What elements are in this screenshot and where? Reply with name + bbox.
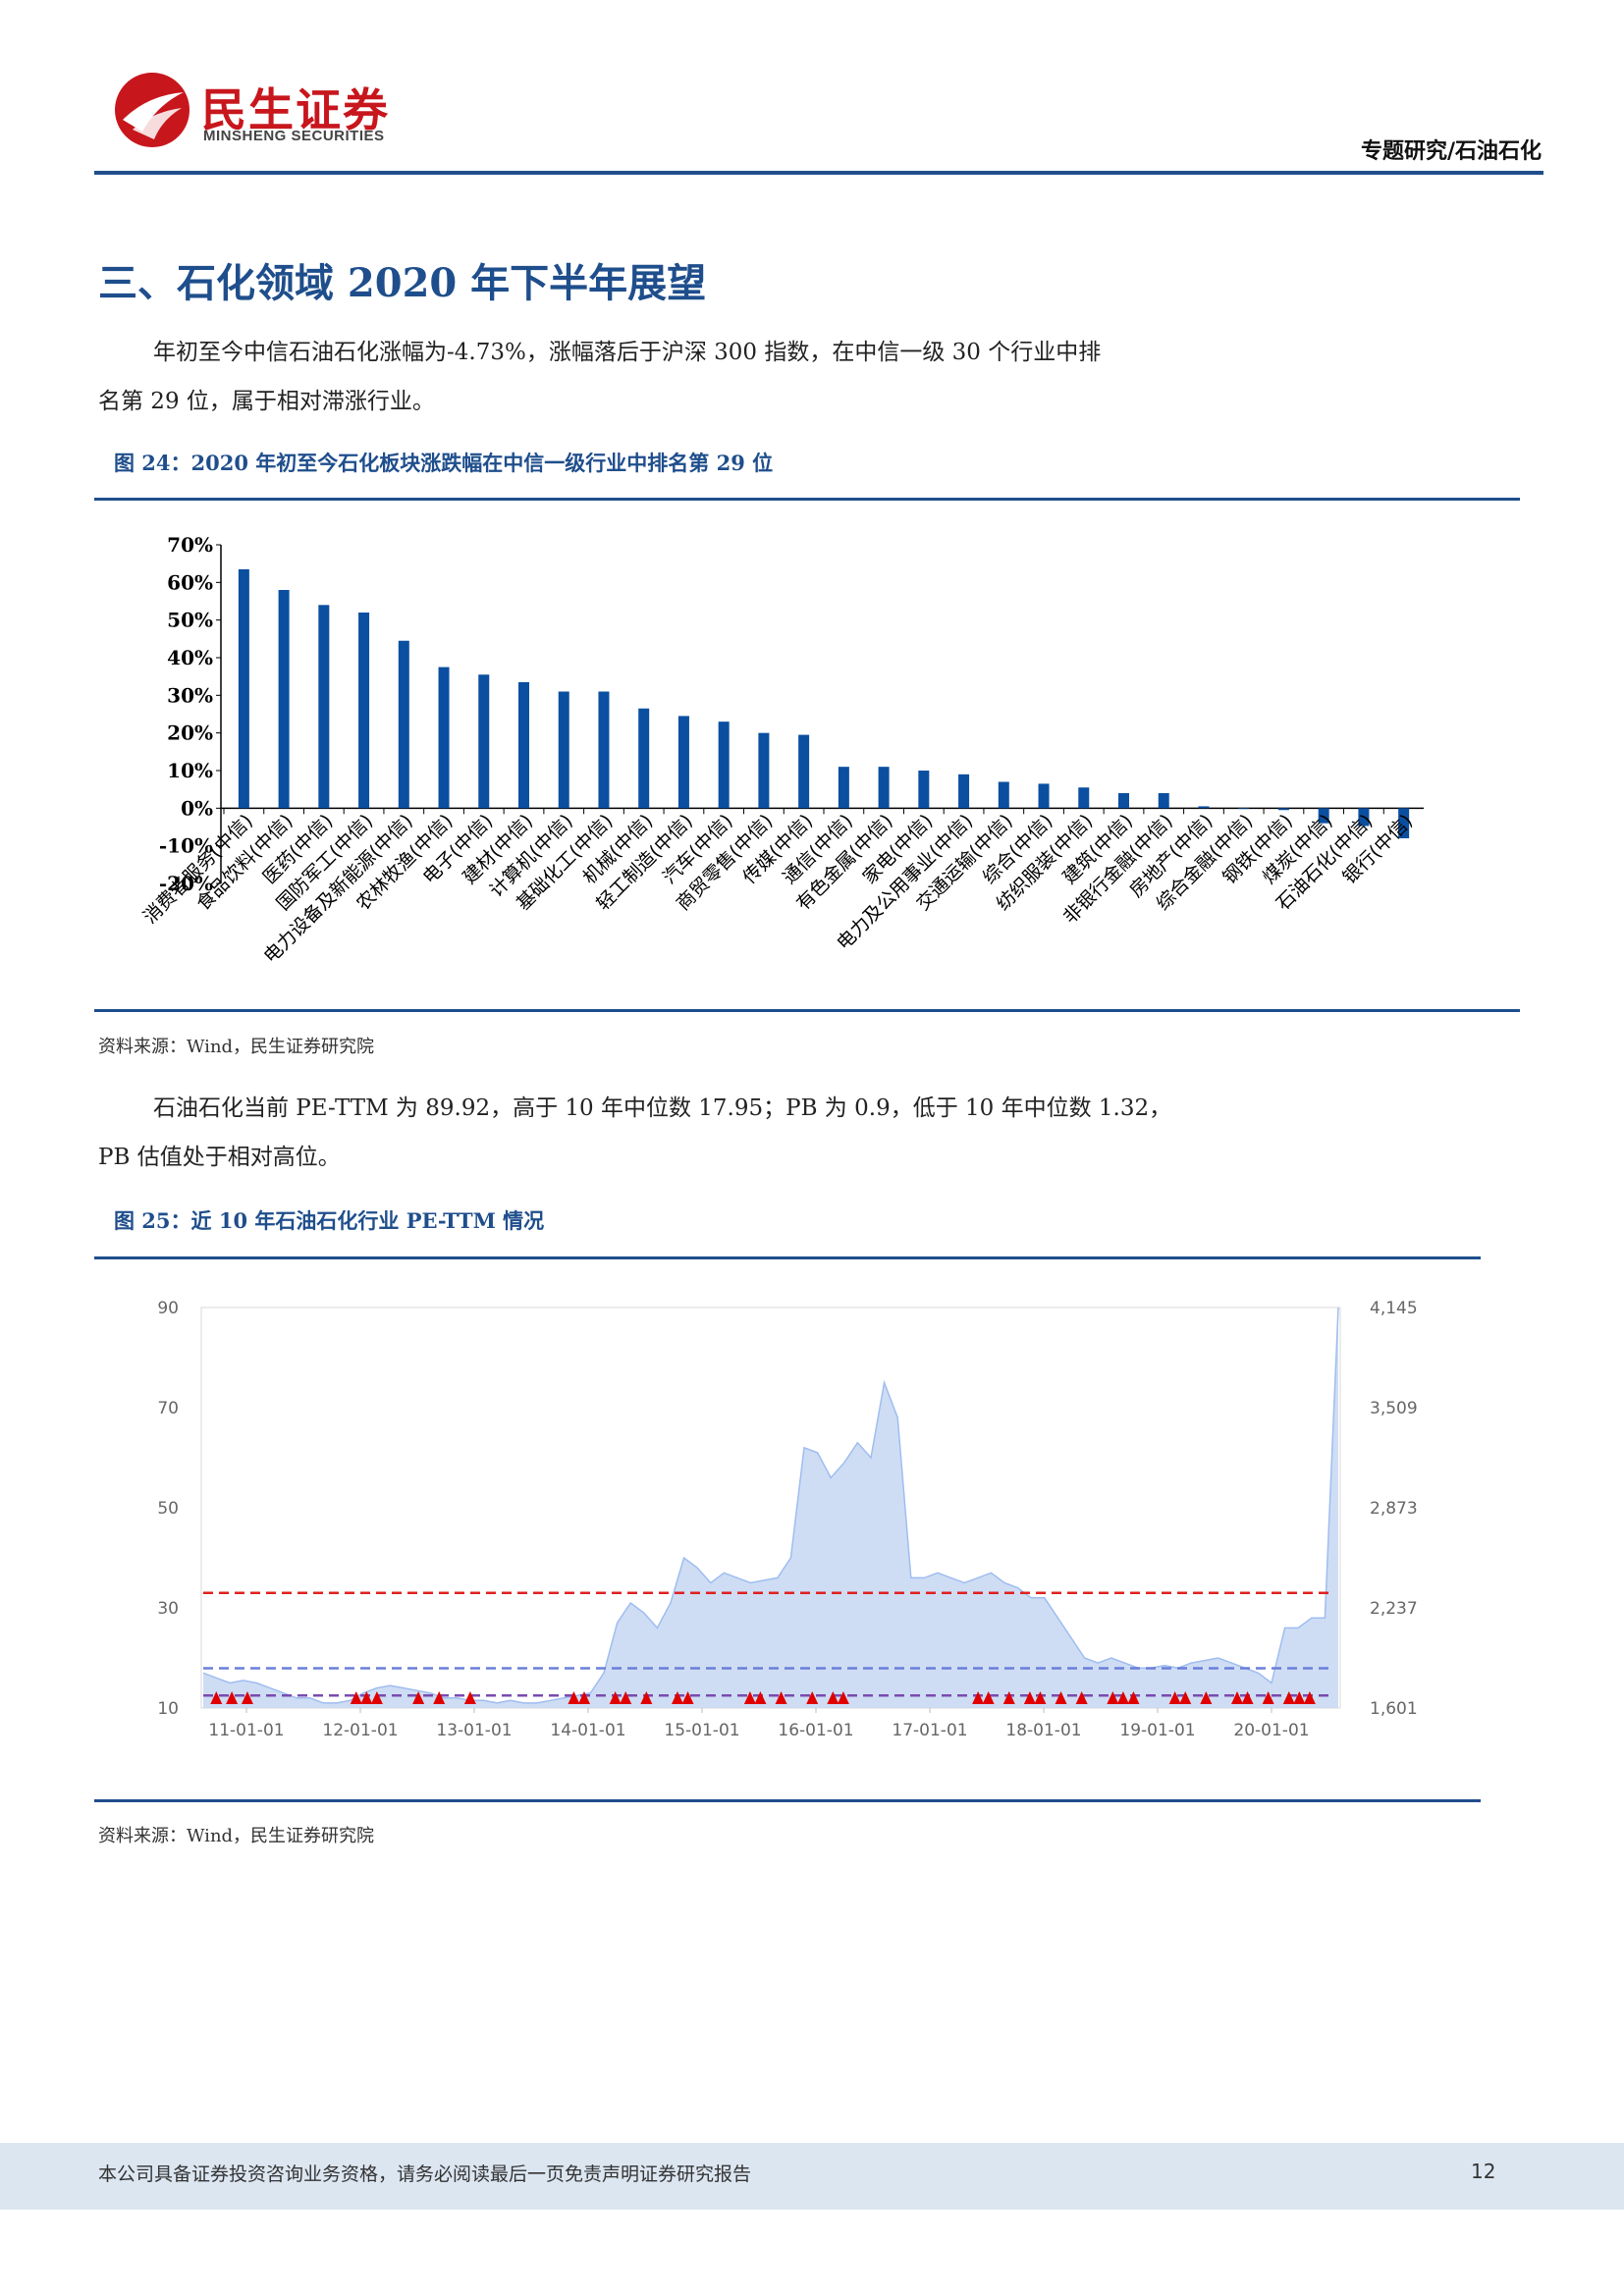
- bar: [918, 771, 930, 809]
- paragraph-2-line-1: 石油石化当前 PE-TTM 为 89.92，高于 10 年中位数 17.95；P…: [153, 1095, 1172, 1121]
- bar: [398, 640, 409, 809]
- header-divider: [94, 171, 1543, 175]
- x-tick-label: 17-01-01: [892, 1721, 967, 1740]
- section-title: 三、石化领域 2020 年下半年展望: [98, 260, 707, 306]
- y-left-tick-label: 90: [157, 1299, 179, 1318]
- y-tick-label: 60%: [167, 570, 213, 594]
- page-number: 12: [1471, 2160, 1496, 2183]
- bar: [598, 691, 610, 809]
- figure-25-top-rule: [94, 1256, 1481, 1259]
- y-tick-label: 50%: [167, 609, 213, 632]
- bar: [1198, 806, 1210, 809]
- x-tick-label: 12-01-01: [322, 1721, 398, 1740]
- bar: [798, 734, 810, 809]
- x-tick-label: 13-01-01: [436, 1721, 512, 1740]
- bar: [478, 674, 490, 809]
- logo-icon: [115, 73, 189, 147]
- x-tick-label: 20-01-01: [1233, 1721, 1309, 1740]
- logo-text-en: MINSHENG SECURITIES: [203, 128, 385, 144]
- figure-25-source: 资料来源：Wind，民生证券研究院: [98, 1826, 375, 1846]
- bar: [558, 691, 569, 809]
- x-tick-label: 18-01-01: [1005, 1721, 1081, 1740]
- bar: [318, 605, 330, 809]
- y-right-tick-label: 3,509: [1370, 1399, 1418, 1418]
- x-tick-label: 16-01-01: [778, 1721, 853, 1740]
- figure-24-top-rule: [94, 498, 1520, 501]
- bar: [238, 568, 249, 809]
- y-left-tick-label: 30: [157, 1599, 179, 1619]
- figure-25-pe-chart: 90 70 50 30 10 4,145 3,509 2,873 2,237 1,601 11-01…: [157, 1299, 1418, 1740]
- bar: [518, 681, 529, 809]
- x-tick-label: 11-01-01: [208, 1721, 284, 1740]
- signal-marker: [463, 1691, 476, 1704]
- y-left-tick-label: 70: [157, 1399, 179, 1418]
- y-right-tick-label: 2,237: [1370, 1599, 1418, 1619]
- y-tick-label: 0%: [181, 796, 213, 820]
- bar: [1277, 808, 1289, 811]
- bar: [878, 767, 890, 809]
- x-tick-label: 14-01-01: [550, 1721, 625, 1740]
- x-tick-label: 19-01-01: [1119, 1721, 1195, 1740]
- x-tick-label: 15-01-01: [664, 1721, 739, 1740]
- y-tick-label: 40%: [167, 646, 213, 669]
- pe-area: [203, 1308, 1338, 1708]
- bar: [438, 667, 450, 809]
- figure-25-bottom-rule: [94, 1799, 1481, 1802]
- bar: [677, 716, 689, 809]
- bar: [1118, 793, 1129, 809]
- figure-24-bar-chart: 70%60%50%40%30%20%10%0%-10%-20%消费者服务(中信)…: [139, 533, 1424, 968]
- bar: [1238, 808, 1250, 810]
- figure-24-title: 图 24：2020 年初至今石化板块涨跌幅在中信一级行业中排名第 29 位: [114, 451, 774, 475]
- paragraph-1-line-1: 年初至今中信石油石化涨幅为-4.73%，涨幅落后于沪深 300 指数，在中信一级…: [153, 340, 1102, 365]
- bar: [1158, 793, 1169, 809]
- bar: [1078, 787, 1090, 809]
- paragraph-1-line-2: 名第 29 位，属于相对滞涨行业。: [98, 389, 435, 414]
- bar: [718, 721, 730, 809]
- y-right-tick-label: 4,145: [1370, 1299, 1418, 1318]
- bar: [638, 708, 650, 809]
- y-tick-label: 70%: [167, 533, 213, 557]
- bar: [358, 613, 370, 809]
- bar: [838, 767, 849, 809]
- bar: [278, 590, 290, 809]
- y-tick-label: 20%: [167, 721, 213, 745]
- y-left-tick-label: 50: [157, 1499, 179, 1519]
- report-category: 专题研究/石油石化: [1360, 138, 1542, 164]
- bar: [1038, 783, 1050, 809]
- footer-disclaimer: 本公司具备证券投资咨询业务资格，请务必阅读最后一页免责声明证券研究报告: [98, 2163, 752, 2185]
- y-left-tick-label: 10: [157, 1699, 179, 1719]
- y-tick-label: 30%: [167, 683, 213, 707]
- figure-24-bottom-rule: [94, 1009, 1520, 1012]
- bar: [758, 732, 770, 809]
- paragraph-2-line-2: PB 估值处于相对高位。: [98, 1145, 341, 1170]
- y-right-tick-label: 1,601: [1370, 1699, 1418, 1719]
- bar: [958, 774, 970, 809]
- y-tick-label: 10%: [167, 759, 213, 782]
- bar: [998, 781, 1009, 809]
- figure-24-source: 资料来源：Wind，民生证券研究院: [98, 1037, 375, 1057]
- figure-25-title: 图 25：近 10 年石油石化行业 PE-TTM 情况: [114, 1208, 545, 1233]
- y-right-tick-label: 2,873: [1370, 1499, 1418, 1519]
